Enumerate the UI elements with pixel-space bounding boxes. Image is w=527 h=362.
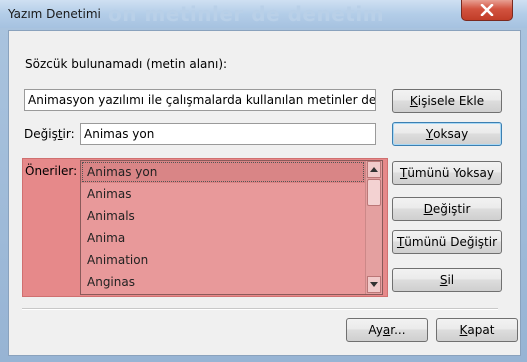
delete-button[interactable]: Sil [392,268,502,292]
suggestion-item[interactable]: Animals [81,205,365,227]
window-title: Yazım Denetimi [8,7,101,21]
title-bar: on metinler de denetim Yazım Denetimi [0,0,527,28]
suggestion-item[interactable]: Animas [81,183,365,205]
not-found-label: Sözcük bulunamadı (metin alanı): [25,57,228,71]
close-dialog-button[interactable]: Kapat [436,318,518,342]
suggestion-item[interactable]: Anginas [81,271,365,293]
triangle-up-icon [370,167,378,172]
close-button[interactable] [461,0,513,21]
suggestions-label: Öneriler: [25,164,78,178]
suggestions-scrollbar[interactable] [365,161,382,294]
suggestions-list[interactable]: Animas yon Animas Animals Anima Animatio… [80,160,383,295]
background-text: on metinler de denetim [108,2,385,26]
add-to-dictionary-button[interactable]: Kişisele Ekle [392,89,502,113]
suggestion-item[interactable]: Animas yon [81,161,365,183]
change-button[interactable]: Değiştir [392,197,502,221]
close-x-icon [480,4,494,16]
ignore-all-button[interactable]: Tümünü Yoksay [392,161,502,185]
change-all-button[interactable]: Tümünü Değiştir [392,230,502,254]
context-text-field[interactable]: Animasyon yazılımı ile çalışmalarda kull… [24,89,376,111]
scroll-down-button[interactable] [367,276,381,293]
scroll-up-button[interactable] [367,161,381,178]
scroll-thumb[interactable] [367,179,381,206]
change-to-label: Değiştir: [24,127,75,141]
ignore-button[interactable]: Yoksay [392,122,502,146]
triangle-down-icon [370,282,378,287]
options-button[interactable]: Ay a r... [346,318,428,342]
suggestion-item[interactable]: Animation [81,249,365,271]
change-to-input[interactable]: Animas yon [80,123,376,145]
suggestion-item[interactable]: Anima [81,227,365,249]
separator [22,308,498,310]
